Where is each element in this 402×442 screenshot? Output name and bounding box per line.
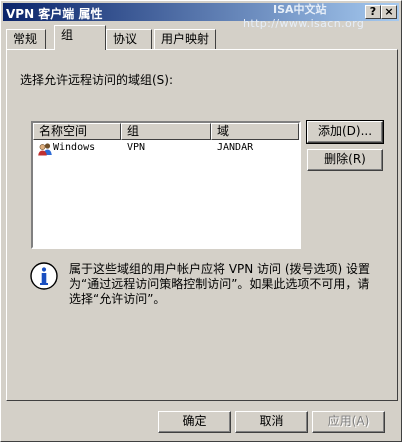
tab-general[interactable]: 常规 xyxy=(6,29,46,49)
ok-button[interactable]: 确定 xyxy=(158,411,231,433)
info-message: 属于这些域组的用户帐户应将 VPN 访问 (拨号选项) 设置为“通过远程访问策略… xyxy=(69,262,371,306)
title-bar[interactable]: VPN 客户端 属性 ISA中文站 http://www.isacn.org ?… xyxy=(3,3,399,30)
users-icon xyxy=(38,143,52,156)
help-button[interactable]: ? xyxy=(365,5,381,19)
list-header: 名称空间 组 域 xyxy=(33,123,299,140)
column-domain[interactable]: 域 xyxy=(211,123,299,140)
watermark: ISA中文站 http://www.isacn.org xyxy=(243,3,364,31)
tab-protocols[interactable]: 协议 xyxy=(106,29,152,49)
add-button[interactable]: 添加(D)... xyxy=(306,120,384,144)
cell-namespace: Windows xyxy=(53,142,96,153)
list-item[interactable]: Windows VPN JANDAR xyxy=(33,141,299,158)
tab-user-mapping[interactable]: 用户映射 xyxy=(154,29,216,49)
window-title: VPN 客户端 属性 xyxy=(6,7,103,21)
tab-groups[interactable]: 组 xyxy=(54,25,106,50)
close-button[interactable]: × xyxy=(381,5,397,19)
info-icon xyxy=(30,262,58,290)
cell-group: VPN xyxy=(127,142,146,153)
groups-list[interactable]: 名称空间 组 域 Windows VPN JANDAR xyxy=(31,121,301,249)
groups-prompt-label: 选择允许远程访问的域组(S): xyxy=(20,73,174,87)
cancel-button[interactable]: 取消 xyxy=(235,411,308,433)
cell-domain: JANDAR xyxy=(217,142,254,153)
column-group[interactable]: 组 xyxy=(121,123,211,140)
properties-dialog: VPN 客户端 属性 ISA中文站 http://www.isacn.org ?… xyxy=(0,0,402,442)
apply-button[interactable]: 应用(A) xyxy=(312,411,385,433)
watermark-title: ISA中文站 xyxy=(273,3,327,16)
watermark-url: http://www.isacn.org xyxy=(243,17,365,30)
remove-button[interactable]: 删除(R) xyxy=(307,149,383,171)
column-namespace[interactable]: 名称空间 xyxy=(33,123,121,140)
